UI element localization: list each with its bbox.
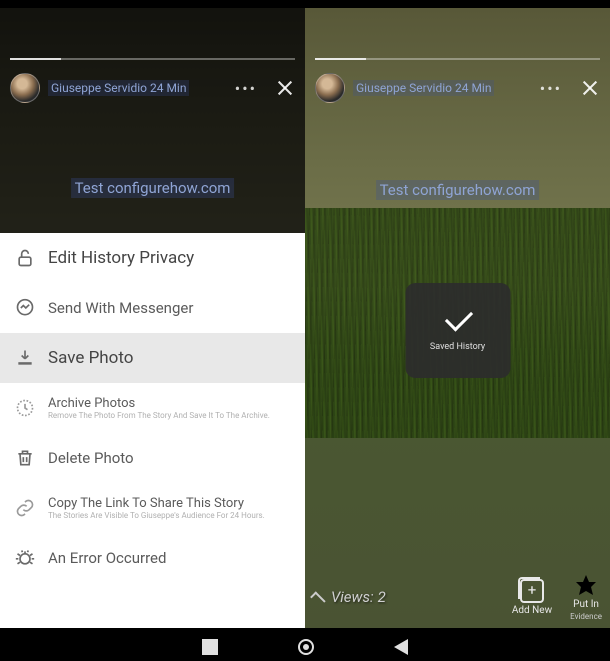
recent-apps-button[interactable] bbox=[202, 639, 218, 655]
star-icon bbox=[574, 573, 598, 597]
check-icon bbox=[439, 310, 477, 334]
story-header: Giuseppe Servidio 24 Min ••• bbox=[10, 70, 295, 106]
user-label[interactable]: Giuseppe Servidio 24 Min bbox=[48, 80, 189, 96]
story-bottom-bar: Views: 2 Add New Put In Evidence bbox=[305, 566, 610, 628]
add-new-button[interactable]: Add New bbox=[512, 579, 552, 616]
send-messenger-button[interactable]: Send With Messenger bbox=[0, 283, 305, 333]
more-icon[interactable]: ••• bbox=[235, 79, 257, 98]
android-nav-bar bbox=[0, 633, 610, 661]
back-button[interactable] bbox=[394, 639, 408, 655]
action-sheet: Edit History Privacy Send With Messenger… bbox=[0, 233, 305, 628]
saved-toast: Saved History bbox=[405, 283, 510, 378]
more-icon[interactable]: ••• bbox=[540, 79, 562, 98]
watermark-text: Test configurehow.com bbox=[376, 180, 540, 200]
messenger-icon bbox=[14, 297, 36, 319]
avatar[interactable] bbox=[315, 73, 345, 103]
highlight-button[interactable]: Put In Evidence bbox=[570, 573, 602, 621]
story-header: Giuseppe Servidio 24 Min ••• bbox=[315, 70, 600, 106]
avatar[interactable] bbox=[10, 73, 40, 103]
bug-icon bbox=[14, 547, 36, 569]
close-icon[interactable] bbox=[275, 78, 295, 98]
link-icon bbox=[14, 497, 36, 519]
archive-button[interactable]: Archive Photos Remove The Photo From The… bbox=[0, 383, 305, 433]
story-progress bbox=[10, 58, 295, 60]
lock-icon bbox=[14, 247, 36, 269]
chevron-up-icon bbox=[310, 591, 326, 607]
edit-privacy-button[interactable]: Edit History Privacy bbox=[0, 233, 305, 283]
copy-link-button[interactable]: Copy The Link To Share This Story The St… bbox=[0, 483, 305, 533]
close-icon[interactable] bbox=[580, 78, 600, 98]
trash-icon bbox=[14, 447, 36, 469]
error-button[interactable]: An Error Occurred bbox=[0, 533, 305, 583]
save-photo-button[interactable]: Save Photo bbox=[0, 333, 305, 383]
clock-icon bbox=[14, 397, 36, 419]
screen-right: Giuseppe Servidio 24 Min ••• Test config… bbox=[305, 8, 610, 628]
watermark-text: Test configurehow.com bbox=[71, 178, 235, 198]
download-icon bbox=[14, 347, 36, 369]
user-label[interactable]: Giuseppe Servidio 24 Min bbox=[353, 80, 494, 96]
delete-button[interactable]: Delete Photo bbox=[0, 433, 305, 483]
screen-left: Giuseppe Servidio 24 Min ••• Test config… bbox=[0, 8, 305, 628]
story-progress bbox=[315, 58, 600, 60]
add-icon bbox=[520, 579, 544, 603]
views-button[interactable]: Views: 2 bbox=[313, 588, 386, 606]
home-button[interactable] bbox=[298, 639, 314, 655]
